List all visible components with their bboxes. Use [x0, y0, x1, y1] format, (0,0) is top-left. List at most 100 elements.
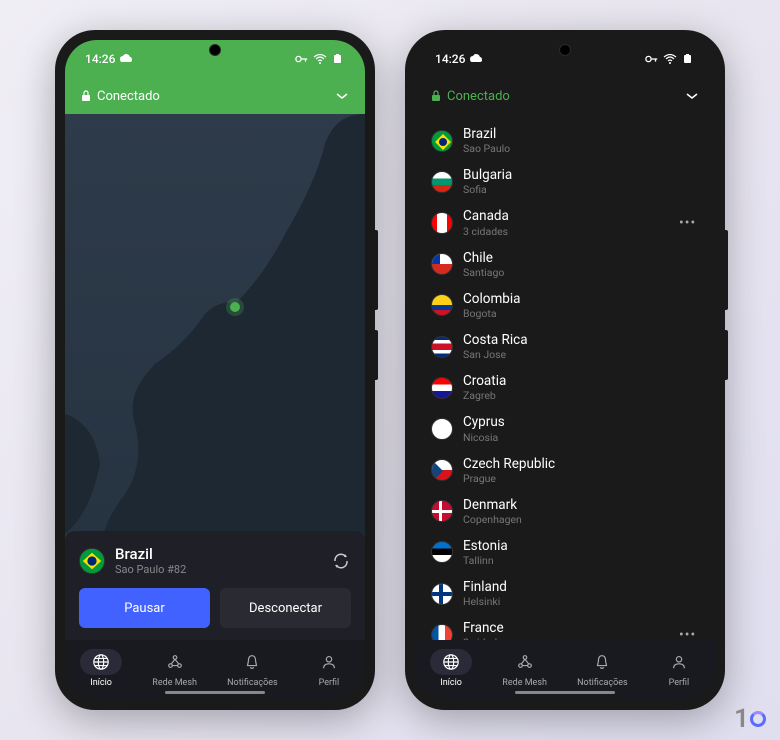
country-item[interactable]: ColombiaBogota: [425, 285, 705, 326]
camera-cutout: [209, 44, 221, 56]
country-sub: 3 cidades: [463, 225, 669, 238]
country-sub: San Jose: [463, 348, 699, 361]
country-item[interactable]: BulgariaSofia: [425, 161, 705, 202]
country-name: Chile: [463, 250, 699, 266]
flag-co-icon: [431, 294, 453, 316]
connection-status-label: Conectado: [97, 89, 160, 104]
connected-country: Brazil: [115, 545, 321, 563]
mesh-icon: [166, 653, 184, 671]
nav-mesh[interactable]: Rede Mesh: [144, 645, 205, 692]
country-sub: Bogota: [463, 307, 699, 320]
country-list[interactable]: BrazilSao PauloBulgariaSofiaCanada3 cida…: [415, 114, 715, 640]
flag-cy-icon: [431, 418, 453, 440]
nav-notifications[interactable]: Notificações: [569, 645, 636, 692]
country-name: Colombia: [463, 291, 699, 307]
country-name: Canada: [463, 208, 669, 224]
chevron-down-icon[interactable]: [335, 92, 349, 100]
status-time: 14:26: [85, 52, 115, 66]
connection-header[interactable]: Conectado: [415, 78, 715, 114]
country-sub: Helsinki: [463, 595, 699, 608]
country-name: Finland: [463, 579, 699, 595]
nav-notifications[interactable]: Notificações: [219, 645, 286, 692]
flag-cr-icon: [431, 336, 453, 358]
watermark: 1: [734, 704, 766, 734]
home-indicator[interactable]: [515, 691, 615, 694]
map-area[interactable]: [65, 114, 365, 541]
wifi-icon: [313, 54, 327, 64]
country-name: Croatia: [463, 373, 699, 389]
battery-icon: [331, 54, 345, 64]
country-sub: Copenhagen: [463, 513, 699, 526]
screen-left: 14:26 Conectado: [65, 40, 365, 700]
nav-mesh[interactable]: Rede Mesh: [494, 645, 555, 692]
country-name: France: [463, 620, 669, 636]
country-sub: Sofia: [463, 183, 699, 196]
connection-status-label: Conectado: [447, 89, 510, 104]
disconnect-button[interactable]: Desconectar: [220, 588, 351, 628]
vpn-status-icon: [119, 54, 133, 64]
wifi-icon: [663, 54, 677, 64]
country-item[interactable]: Canada3 cidades •••: [425, 202, 705, 243]
nav-home[interactable]: Início: [422, 645, 480, 692]
flag-fr-icon: [431, 624, 453, 640]
lock-icon: [431, 90, 441, 102]
pause-button[interactable]: Pausar: [79, 588, 210, 628]
country-name: Brazil: [463, 126, 699, 142]
profile-icon: [670, 653, 688, 671]
nav-home[interactable]: Início: [72, 645, 130, 692]
lock-icon: [81, 90, 91, 102]
bell-icon: [593, 653, 611, 671]
map-landmass: [65, 114, 365, 541]
globe-icon: [442, 653, 460, 671]
flag-ee-icon: [431, 541, 453, 563]
more-options-icon[interactable]: •••: [679, 627, 699, 640]
country-name: Bulgaria: [463, 167, 699, 183]
profile-icon: [320, 653, 338, 671]
vpn-key-icon: [295, 54, 309, 64]
country-item[interactable]: France2 cidades•••: [425, 614, 705, 640]
country-sub: Tallinn: [463, 554, 699, 567]
flag-cz-icon: [431, 459, 453, 481]
flag-fi-icon: [431, 583, 453, 605]
chevron-down-icon[interactable]: [685, 92, 699, 100]
country-sub: Zagreb: [463, 389, 699, 402]
refresh-icon[interactable]: [331, 551, 351, 571]
country-name: Denmark: [463, 497, 699, 513]
country-item[interactable]: ChileSantiago: [425, 244, 705, 285]
country-item[interactable]: CyprusNicosia: [425, 408, 705, 449]
country-item[interactable]: FinlandHelsinki: [425, 573, 705, 614]
country-item[interactable]: CroatiaZagreb: [425, 367, 705, 408]
country-sub: Nicosia: [463, 431, 699, 444]
screen-right: 14:26 Conectado BrazilSao PauloBulgariaS…: [415, 40, 715, 700]
country-name: Czech Republic: [463, 456, 699, 472]
flag-brazil-icon: [79, 548, 105, 574]
vpn-status-icon: [469, 54, 483, 64]
nav-profile[interactable]: Perfil: [650, 645, 708, 692]
country-item[interactable]: Czech RepublicPrague: [425, 450, 705, 491]
country-item[interactable]: DenmarkCopenhagen: [425, 491, 705, 532]
country-item[interactable]: BrazilSao Paulo: [425, 120, 705, 161]
country-name: Costa Rica: [463, 332, 699, 348]
phone-right: 14:26 Conectado BrazilSao PauloBulgariaS…: [405, 30, 725, 710]
flag-ca-icon: [431, 212, 453, 234]
country-name: Cyprus: [463, 414, 699, 430]
country-sub: Prague: [463, 472, 699, 485]
flag-dk-icon: [431, 500, 453, 522]
mesh-icon: [516, 653, 534, 671]
more-options-icon[interactable]: •••: [679, 215, 699, 231]
country-sub: Santiago: [463, 266, 699, 279]
connection-card: Brazil Sao Paulo #82 Pausar Desconectar: [65, 531, 365, 640]
nav-profile[interactable]: Perfil: [300, 645, 358, 692]
flag-bg-icon: [431, 171, 453, 193]
vpn-key-icon: [645, 54, 659, 64]
flag-cl-icon: [431, 253, 453, 275]
bell-icon: [243, 653, 261, 671]
country-item[interactable]: EstoniaTallinn: [425, 532, 705, 573]
flag-br-icon: [431, 130, 453, 152]
connection-header[interactable]: Conectado: [65, 78, 365, 114]
server-location-dot: [230, 302, 240, 312]
country-sub: Sao Paulo: [463, 142, 699, 155]
home-indicator[interactable]: [165, 691, 265, 694]
country-item[interactable]: Costa RicaSan Jose: [425, 326, 705, 367]
flag-hr-icon: [431, 377, 453, 399]
